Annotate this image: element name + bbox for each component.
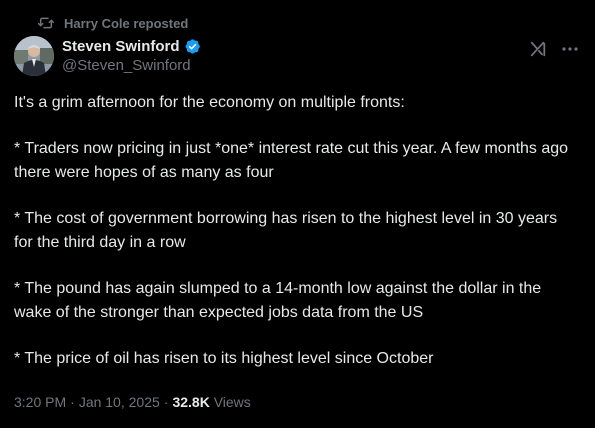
tweet-paragraph: * The cost of government borrowing has r… [14, 210, 558, 251]
tweet-paragraph: It's a grim afternoon for the economy on… [14, 94, 405, 111]
post-date[interactable]: Jan 10, 2025 [79, 394, 160, 410]
views-label: Views [213, 394, 251, 410]
repost-icon [38, 16, 54, 30]
grok-icon[interactable] [529, 40, 547, 58]
tweet-paragraph: * Traders now pricing in just *one* inte… [14, 140, 569, 181]
meta-separator: · [70, 394, 75, 410]
name-row: Steven Swinford [62, 37, 201, 56]
views-count: 32.8K [172, 394, 210, 410]
author-handle[interactable]: @Steven_Swinford [62, 57, 201, 74]
more-options-icon[interactable] [561, 46, 579, 52]
tweet-card: Harry Cole reposted Steven Swinford @Ste… [0, 0, 595, 428]
top-actions [529, 40, 579, 58]
post-time[interactable]: 3:20 PM [14, 394, 66, 410]
tweet-text: It's a grim afternoon for the economy on… [14, 91, 580, 371]
tweet-paragraph: * The pound has again slumped to a 14-mo… [14, 280, 542, 321]
tweet-paragraph: * The price of oil has risen to its high… [14, 350, 434, 367]
repost-header[interactable]: Harry Cole reposted [38, 14, 188, 32]
avatar[interactable] [14, 36, 54, 76]
meta-separator: · [163, 394, 169, 410]
author-block: Steven Swinford @Steven_Swinford [62, 37, 201, 74]
tweet-meta: 3:20 PM · Jan 10, 2025 · 32.8K Views [14, 394, 251, 410]
author-display-name[interactable]: Steven Swinford [62, 38, 180, 55]
repost-text: Harry Cole reposted [64, 15, 189, 31]
verified-badge-icon[interactable] [184, 38, 201, 55]
